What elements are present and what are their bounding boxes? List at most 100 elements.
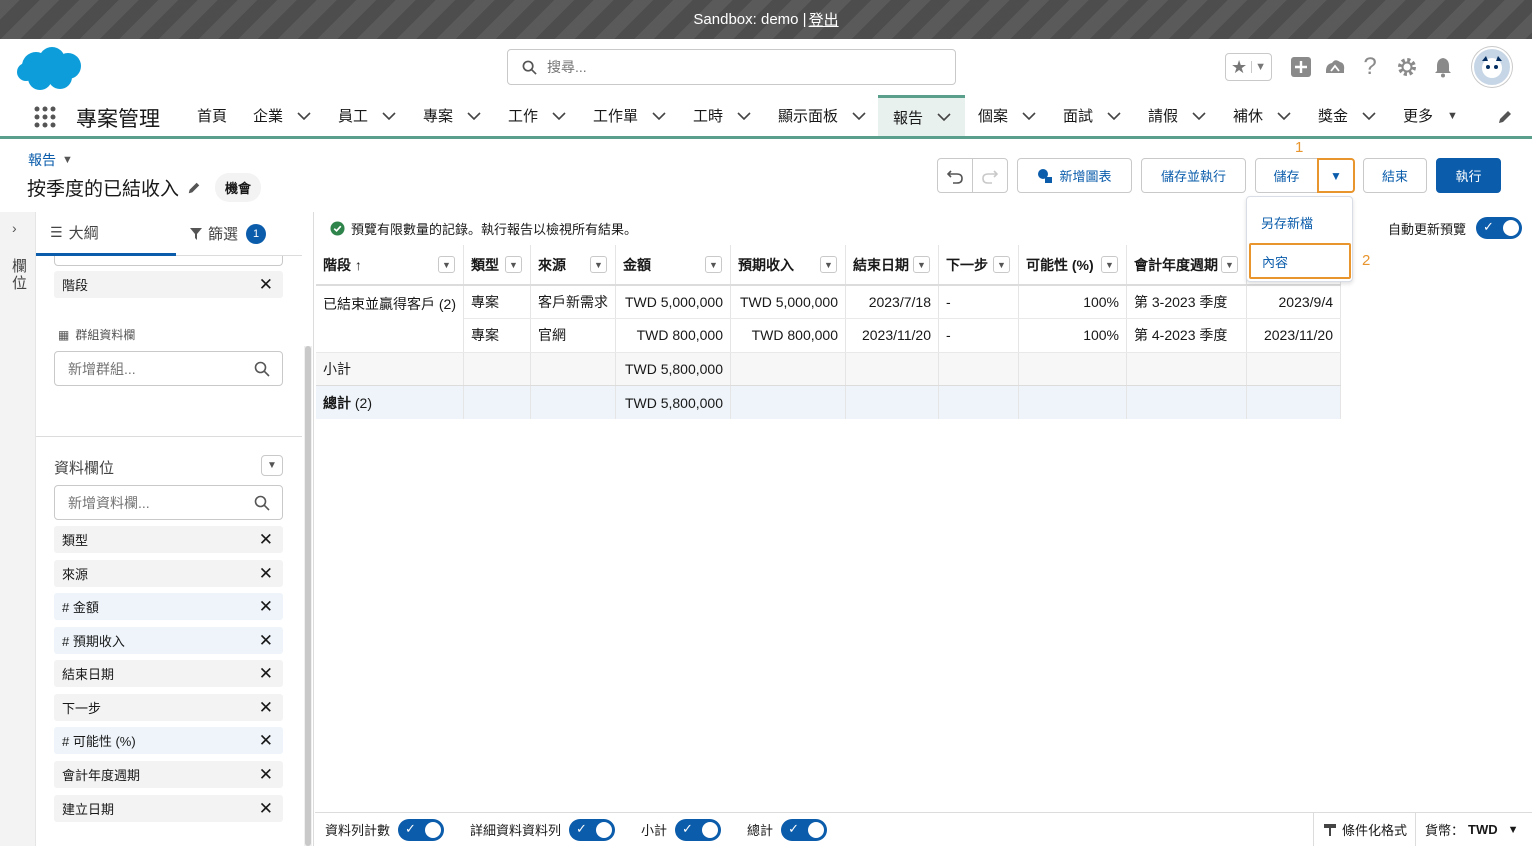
subtotals-toggle[interactable]: ✓ — [675, 818, 722, 841]
salesforce-logo[interactable] — [16, 44, 84, 92]
column-chip[interactable]: 類型 ✕ — [54, 526, 283, 553]
nav-item-accounts[interactable]: 企業 — [253, 95, 311, 136]
chevron-down-icon[interactable] — [1192, 109, 1206, 123]
close-icon[interactable]: ✕ — [259, 765, 273, 785]
chevron-down-icon[interactable] — [297, 109, 311, 123]
column-header-expected-revenue[interactable]: 預期收入 ▼ — [730, 245, 846, 286]
breadcrumb[interactable]: 報告 ▼ — [28, 150, 73, 170]
close-icon[interactable]: ✕ — [259, 275, 273, 295]
nav-item-dashboards[interactable]: 顯示面板 — [778, 95, 866, 136]
chevron-down-icon[interactable] — [1362, 109, 1376, 123]
chevron-down-icon[interactable] — [1107, 109, 1121, 123]
column-chip[interactable]: # 可能性 (%) ✕ — [54, 727, 283, 754]
notifications-button[interactable] — [1431, 53, 1455, 81]
nav-item-reports[interactable]: 報告 — [878, 95, 965, 136]
user-avatar[interactable] — [1472, 47, 1512, 87]
nav-item-tasks[interactable]: 工作 — [508, 95, 566, 136]
column-header-stage[interactable]: 階段 ↑ ▼ — [316, 245, 464, 286]
column-header-type[interactable]: 類型 ▼ — [463, 245, 531, 286]
column-menu-button[interactable]: ▼ — [993, 256, 1010, 273]
run-button[interactable]: 執行 — [1436, 158, 1501, 193]
grand-total-toggle[interactable]: ✓ — [781, 818, 828, 841]
redo-button[interactable] — [972, 158, 1008, 193]
nav-item-timesheets[interactable]: 工時 — [693, 95, 751, 136]
auto-update-toggle[interactable]: ✓ — [1476, 217, 1523, 239]
columns-menu-button[interactable]: ▼ — [261, 455, 283, 476]
add-chart-button[interactable]: 新增圖表 — [1017, 158, 1132, 193]
nav-item-comp-time[interactable]: 補休 — [1233, 95, 1291, 136]
fields-rail[interactable]: › 欄位 — [0, 212, 36, 846]
menu-item-properties[interactable]: 內容 — [1249, 243, 1351, 279]
chevron-down-icon[interactable] — [937, 110, 951, 124]
add-column-input[interactable]: 新增資料欄... — [54, 485, 283, 520]
column-menu-button[interactable]: ▼ — [1101, 256, 1118, 273]
column-menu-button[interactable]: ▼ — [913, 256, 930, 273]
chevron-down-icon[interactable] — [467, 109, 481, 123]
nav-item-work-orders[interactable]: 工作單 — [593, 95, 666, 136]
column-header-close-date[interactable]: 結束日期 ▼ — [845, 245, 939, 286]
chevron-down-icon[interactable] — [652, 109, 666, 123]
close-icon[interactable]: ✕ — [259, 664, 273, 684]
column-menu-button[interactable]: ▼ — [590, 256, 607, 273]
app-launcher-icon[interactable] — [33, 105, 57, 129]
nav-item-cases[interactable]: 個案 — [978, 95, 1036, 136]
help-icon[interactable]: ? — [1360, 53, 1380, 81]
close-icon[interactable]: ✕ — [259, 631, 273, 651]
global-actions-button[interactable] — [1289, 53, 1313, 81]
column-chip[interactable]: # 金額 ✕ — [54, 593, 283, 620]
close-icon[interactable]: ✕ — [259, 530, 273, 550]
save-menu-dropdown-button[interactable]: ▼ — [1317, 158, 1355, 193]
column-header-fiscal-period[interactable]: 會計年度週期 ▼ — [1126, 245, 1247, 286]
detail-rows-toggle[interactable]: ✓ — [569, 818, 616, 841]
favorites-button[interactable]: ★ ▼ — [1225, 53, 1272, 81]
save-button[interactable]: 儲存 — [1255, 158, 1318, 193]
chevron-down-icon[interactable] — [552, 109, 566, 123]
nav-item-bonus[interactable]: 獎金 — [1318, 95, 1376, 136]
column-chip[interactable]: 會計年度週期 ✕ — [54, 761, 283, 788]
close-icon[interactable]: ✕ — [259, 731, 273, 751]
column-chip[interactable]: 建立日期 ✕ — [54, 795, 283, 822]
nav-item-employees[interactable]: 員工 — [338, 95, 396, 136]
column-header-probability[interactable]: 可能性 (%) ▼ — [1018, 245, 1127, 286]
conditional-formatting-button[interactable]: 條件化格式 — [1313, 813, 1407, 846]
column-chip[interactable]: 結束日期 ✕ — [54, 660, 283, 687]
chevron-down-icon[interactable] — [382, 109, 396, 123]
nav-item-leave[interactable]: 請假 — [1148, 95, 1206, 136]
column-chip[interactable]: 下一步 ✕ — [54, 694, 283, 721]
close-icon[interactable]: ✕ — [259, 597, 273, 617]
edit-nav-pencil-icon[interactable] — [1497, 109, 1513, 125]
group-row-chip[interactable]: 階段 ✕ — [54, 271, 283, 298]
column-menu-button[interactable]: ▼ — [505, 256, 522, 273]
save-and-run-button[interactable]: 儲存並執行 — [1141, 158, 1246, 193]
nav-item-more[interactable]: 更多 ▼ — [1403, 95, 1458, 136]
row-counts-toggle[interactable]: ✓ — [398, 818, 445, 841]
pencil-icon[interactable] — [187, 181, 201, 195]
panel-scrollbar-track[interactable] — [304, 346, 312, 846]
column-menu-button[interactable]: ▼ — [705, 256, 722, 273]
trailhead-button[interactable] — [1322, 53, 1348, 81]
tab-filters[interactable]: 篩選 1 — [176, 212, 302, 256]
global-search[interactable]: 搜尋... — [507, 49, 956, 85]
column-menu-button[interactable]: ▼ — [438, 256, 455, 273]
currency-selector[interactable]: 貨幣： TWD ▼ — [1415, 813, 1519, 846]
nav-item-projects[interactable]: 專案 — [423, 95, 481, 136]
column-menu-button[interactable]: ▼ — [1221, 256, 1238, 273]
add-group-input[interactable]: 新增群組... — [54, 351, 283, 386]
column-chip[interactable]: 來源 ✕ — [54, 560, 283, 587]
chevron-down-icon[interactable] — [1277, 109, 1291, 123]
tab-outline[interactable]: ☰ 大綱 — [36, 212, 176, 256]
chevron-down-icon[interactable] — [852, 109, 866, 123]
column-chip[interactable]: # 預期收入 ✕ — [54, 627, 283, 654]
breadcrumb-label[interactable]: 報告 — [28, 150, 56, 170]
column-header-next-step[interactable]: 下一步 ▼ — [938, 245, 1019, 286]
chevron-down-icon[interactable] — [737, 109, 751, 123]
close-icon[interactable]: ✕ — [259, 799, 273, 819]
panel-scrollbar-thumb[interactable] — [305, 346, 311, 846]
column-header-amount[interactable]: 金額 ▼ — [615, 245, 731, 286]
undo-button[interactable] — [937, 158, 973, 193]
menu-item-save-as[interactable]: 另存新檔 — [1261, 213, 1313, 232]
setup-button[interactable] — [1395, 53, 1419, 81]
chevron-right-icon[interactable]: › — [12, 220, 17, 236]
column-header-source[interactable]: 來源 ▼ — [530, 245, 616, 286]
caret-down-icon[interactable]: ▼ — [62, 154, 73, 166]
